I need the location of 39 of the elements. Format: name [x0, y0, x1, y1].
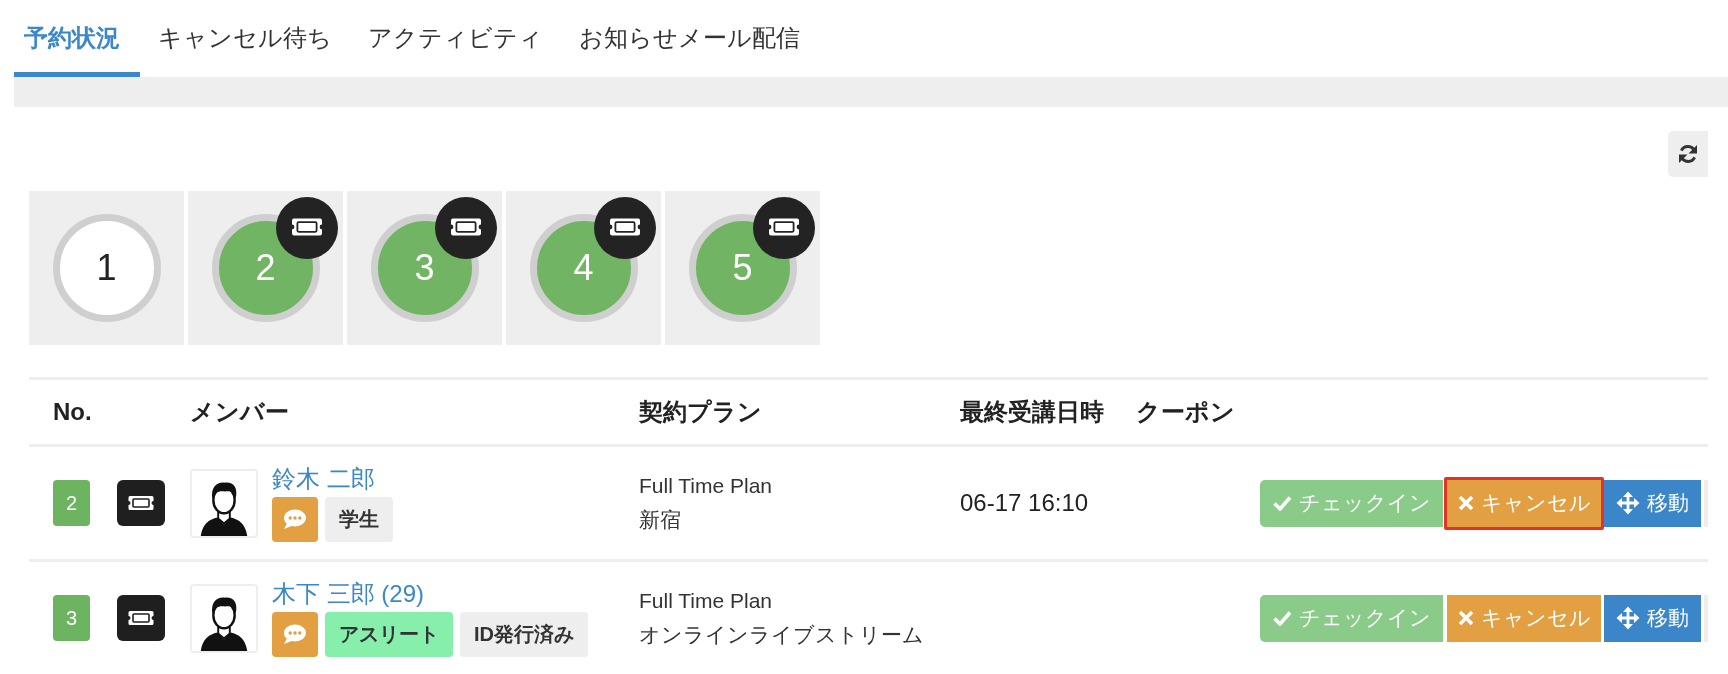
- column-header: メンバー: [190, 397, 289, 427]
- member-tag: ID発行済み: [460, 611, 588, 657]
- ticket-icon: [117, 480, 165, 526]
- member-name-link[interactable]: 木下 三郎 (29): [272, 579, 424, 607]
- member-name-link[interactable]: 鈴木 二郎: [272, 464, 375, 492]
- cancel-button[interactable]: キャンセル: [1447, 594, 1601, 642]
- refresh-icon: [1676, 142, 1700, 166]
- refresh-button[interactable]: [1668, 131, 1708, 177]
- avatar-icon: [190, 468, 258, 538]
- cancel-button[interactable]: キャンセル: [1444, 476, 1604, 530]
- plan-venue: オンラインライブストリーム: [639, 622, 924, 648]
- plan-name: Full Time Plan: [639, 473, 773, 499]
- chat-icon[interactable]: [272, 496, 318, 542]
- close-icon: [1457, 610, 1474, 626]
- move-arrows-icon: [1616, 491, 1640, 515]
- check-icon: [1272, 493, 1292, 513]
- column-header: クーポン: [1136, 397, 1235, 427]
- plan-name: Full Time Plan: [639, 588, 773, 614]
- plan-venue: 新宿: [639, 507, 681, 533]
- column-header: 契約プラン: [639, 397, 762, 427]
- tab[interactable]: キャンセル待ち: [140, 0, 350, 77]
- check-icon: [1272, 608, 1292, 628]
- seat-marker[interactable]: 1: [52, 214, 161, 322]
- close-icon: [1457, 495, 1474, 511]
- ticket-icon: [117, 595, 165, 641]
- move-button[interactable]: 移動: [1604, 594, 1701, 642]
- chat-icon[interactable]: [272, 611, 318, 657]
- column-header: 最終受講日時: [960, 397, 1104, 427]
- last-attended-date: 06-17 16:10: [960, 489, 1089, 517]
- member-tag: アスリート: [325, 611, 453, 657]
- tab[interactable]: アクティビティ: [350, 0, 561, 77]
- number-badge: 2: [53, 480, 90, 526]
- move-button[interactable]: 移動: [1604, 479, 1701, 527]
- number-badge: 3: [53, 595, 90, 641]
- column-header: No.: [53, 398, 92, 426]
- move-arrows-icon: [1616, 606, 1640, 630]
- avatar-icon: [190, 583, 258, 653]
- member-tag: 学生: [325, 496, 393, 542]
- tab[interactable]: お知らせメール配信: [561, 0, 818, 77]
